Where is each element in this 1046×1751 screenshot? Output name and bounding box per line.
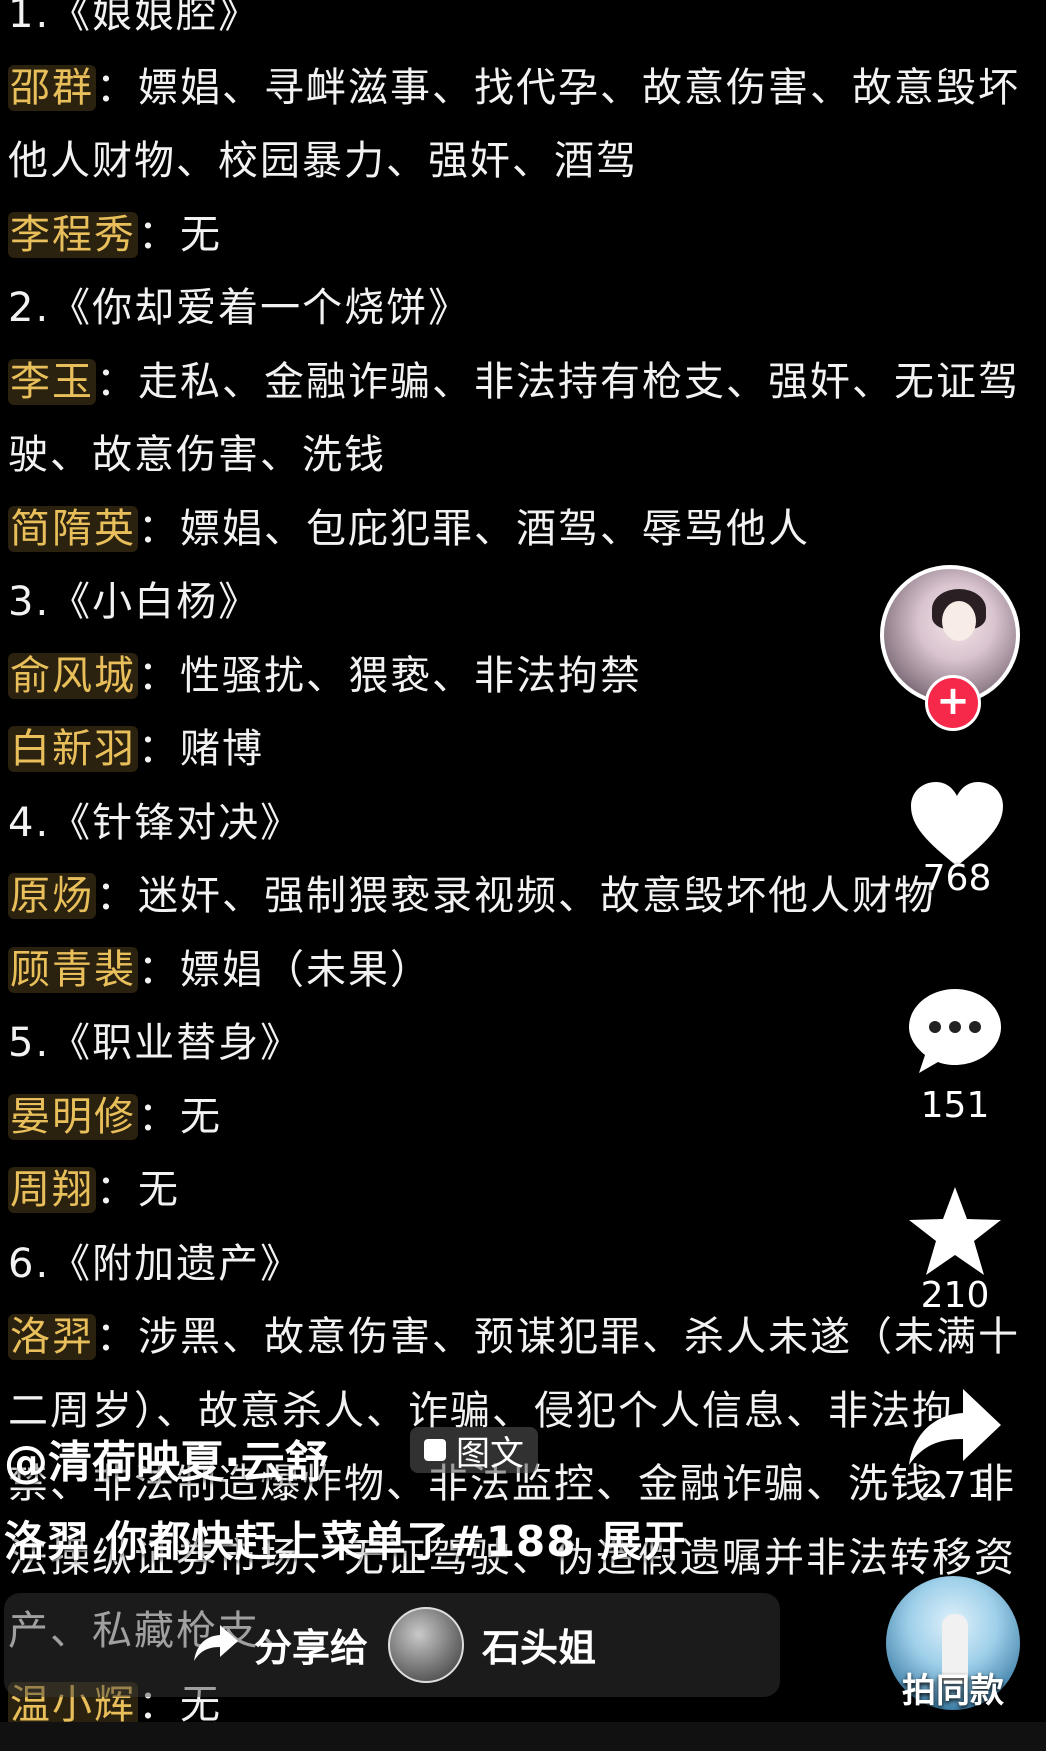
comment-icon	[909, 989, 1001, 1073]
offense-list: 嫖娼、包庇犯罪、酒驾、辱骂他人	[180, 505, 810, 552]
expand-button[interactable]: 展开	[601, 1517, 687, 1566]
character-entry: 白新羽：赌博	[8, 713, 1028, 787]
separator: ：	[96, 1314, 138, 1360]
novel-title: 3.《小白杨》	[8, 566, 1028, 640]
offense-list: 无	[138, 1167, 180, 1213]
like-count: 768	[922, 858, 992, 899]
same-style-button[interactable]: 拍同款	[870, 1663, 1036, 1712]
separator: ：	[96, 1167, 138, 1213]
separator: ：	[138, 505, 180, 552]
offense-list: 嫖娼（未果）	[180, 946, 432, 993]
share-user: 石头姐	[482, 1626, 597, 1670]
title-text: 4.《针锋对决》	[8, 799, 303, 846]
share-count: 271	[920, 1465, 990, 1506]
title-text: 2.《你却爱着一个烧饼》	[8, 285, 471, 331]
character-entry: 周翔：无	[8, 1154, 1028, 1228]
offense-list: 走私、金融诈骗、非法持有枪支、强奸、无证驾驶、故意伤害、洗钱	[8, 358, 1020, 479]
title-text: 3.《小白杨》	[8, 579, 261, 625]
offense-list: 赌博	[180, 726, 264, 772]
character-name: 原炀	[8, 873, 96, 919]
character-entry: 简隋英：嫖娼、包庇犯罪、酒驾、辱骂他人	[8, 493, 1028, 567]
separator: ：	[138, 211, 180, 258]
offense-list: 性骚扰、猥亵、非法拘禁	[180, 652, 642, 699]
share-arrow-icon	[194, 1625, 238, 1661]
post-type-tag: 图文	[410, 1427, 538, 1474]
novel-title: 2.《你却爱着一个烧饼》	[8, 272, 1028, 346]
separator: ：	[96, 358, 138, 405]
share-to-bar[interactable]: 分享给 石头姐	[4, 1593, 780, 1697]
caption-text: 洛羿 你都快赶上菜单了#188	[4, 1517, 577, 1566]
friend-avatar	[388, 1607, 464, 1683]
separator: ：	[138, 946, 180, 993]
character-entry: 李程秀：无	[8, 199, 1028, 273]
comment-button[interactable]: 151	[880, 985, 1030, 1126]
star-icon	[909, 1187, 1001, 1275]
character-entry: 俞风城：性骚扰、猥亵、非法拘禁	[8, 640, 1028, 714]
offense-list: 迷奸、强制猥亵录视频、故意毁坏他人财物	[138, 873, 936, 919]
share-arrow-icon	[909, 1389, 1001, 1465]
comment-count: 151	[920, 1085, 990, 1126]
character-entry: 顾青裴：嫖娼（未果）	[8, 934, 1028, 1008]
character-name: 周翔	[8, 1167, 96, 1213]
character-entry: 晏明修：无	[8, 1081, 1028, 1155]
separator: ：	[138, 1093, 180, 1140]
character-entry: 原炀：迷奸、强制猥亵录视频、故意毁坏他人财物	[8, 860, 1028, 934]
novel-title: 5.《职业替身》	[8, 1007, 1028, 1081]
share-button[interactable]: 271	[880, 1385, 1030, 1506]
character-name: 俞风城	[8, 652, 138, 699]
character-name: 顾青裴	[8, 946, 138, 993]
bottom-bar	[0, 1722, 1046, 1751]
character-name: 邵群	[8, 64, 96, 111]
character-name: 李玉	[8, 358, 96, 405]
character-name: 晏明修	[8, 1093, 138, 1140]
title-text: 5.《职业替身》	[8, 1020, 303, 1066]
offense-list: 无	[180, 1093, 222, 1140]
post-type-label: 图文	[456, 1433, 524, 1474]
separator: ：	[138, 726, 180, 772]
character-name: 李程秀	[8, 211, 138, 258]
character-entry: 邵群：嫖娼、寻衅滋事、找代孕、故意伤害、故意毁坏他人财物、校园暴力、强奸、酒驾	[8, 52, 1028, 199]
character-entry: 李玉：走私、金融诈骗、非法持有枪支、强奸、无证驾驶、故意伤害、洗钱	[8, 346, 1028, 493]
caption: 洛羿 你都快赶上菜单了#188 展开	[4, 1508, 687, 1569]
like-button[interactable]: 768	[882, 780, 1032, 899]
heart-icon	[911, 782, 1003, 866]
image-text-icon	[424, 1439, 446, 1461]
separator: ：	[96, 64, 138, 111]
offense-list: 嫖娼、寻衅滋事、找代孕、故意伤害、故意毁坏他人财物、校园暴力、强奸、酒驾	[8, 64, 1020, 185]
offense-list: 无	[180, 211, 222, 258]
novel-title: 1.《娘娘腔》	[8, 0, 1028, 52]
separator: ：	[96, 873, 138, 919]
title-text: 6.《附加遗产》	[8, 1240, 303, 1287]
share-label: 分享给	[254, 1626, 369, 1670]
title-text: 1.《娘娘腔》	[8, 0, 261, 37]
novel-title: 6.《附加遗产》	[8, 1228, 1028, 1302]
author-handle[interactable]: @清荷映夏·云舒	[4, 1426, 329, 1490]
novel-title: 4.《针锋对决》	[8, 787, 1028, 861]
follow-plus-icon[interactable]: +	[925, 675, 981, 731]
character-name: 洛羿	[8, 1314, 96, 1360]
favorite-button[interactable]: 210	[880, 1185, 1030, 1316]
separator: ：	[138, 652, 180, 699]
favorite-count: 210	[920, 1275, 990, 1316]
character-name: 白新羽	[8, 726, 138, 772]
character-name: 简隋英	[8, 505, 138, 552]
